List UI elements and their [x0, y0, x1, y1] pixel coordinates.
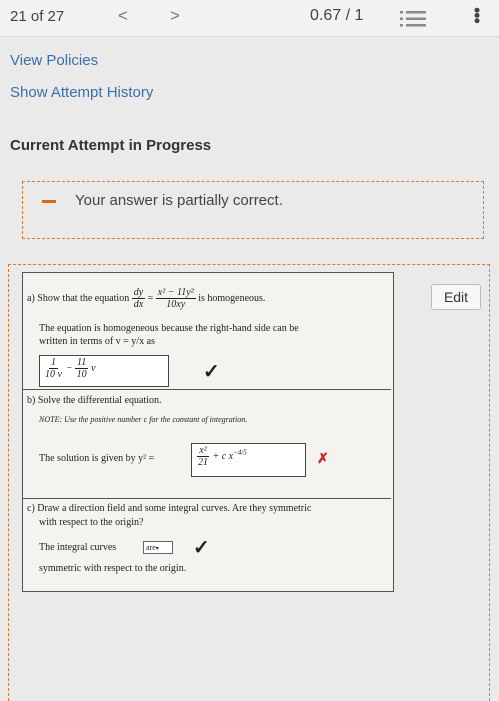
prev-question-button[interactable]: <	[118, 6, 128, 26]
part-c-line2: with respect to the origin?	[39, 517, 144, 528]
minus-icon	[42, 200, 56, 203]
show-attempt-history-link[interactable]: Show Attempt History	[10, 84, 153, 101]
part-c-line1: c) Draw a direction field and some integ…	[27, 503, 312, 514]
check-icon: ✓	[203, 361, 220, 383]
question-counter: 21 of 27	[10, 8, 65, 25]
part-b-solution-prefix: The solution is given by y² =	[39, 453, 155, 464]
view-policies-link[interactable]: View Policies	[10, 52, 98, 69]
part-b-prompt: b) Solve the differential equation.	[27, 395, 162, 406]
part-a-prompt: a) Show that the equation dy dx = x² − 11…	[27, 287, 266, 310]
more-vertical-icon[interactable]: •••	[466, 7, 487, 23]
list-icon[interactable]	[400, 10, 426, 28]
score: 0.67 / 1	[310, 7, 364, 24]
edit-button[interactable]: Edit	[431, 284, 481, 310]
question-content: a) Show that the equation dy dx = x² − 11…	[22, 272, 394, 592]
part-a-line1: The equation is homogeneous because the …	[39, 323, 299, 334]
x-mark-icon: ✗	[317, 452, 329, 467]
chevron-down-icon: ▾	[155, 546, 159, 552]
part-c-curves-prefix: The integral curves	[39, 542, 117, 553]
part-a-answer-field[interactable]: 1 10 v − 11 10 v	[39, 355, 169, 387]
check-icon: ✓	[193, 537, 210, 559]
page-title: Current Attempt in Progress	[10, 137, 212, 154]
part-b-answer-field[interactable]: x² 21 + c x−4/5	[191, 443, 306, 477]
next-question-button[interactable]: >	[170, 6, 180, 26]
part-b-note: NOTE: Use the positive number c for the …	[39, 415, 248, 424]
feedback-banner: Your answer is partially correct.	[22, 181, 484, 239]
part-c-line3: symmetric with respect to the origin.	[39, 563, 187, 574]
symmetry-dropdown[interactable]: are▾	[143, 541, 173, 554]
top-bar: 21 of 27 < > 0.67 / 1 •••	[0, 0, 499, 37]
feedback-message: Your answer is partially correct.	[75, 192, 283, 209]
part-a-line2: written in terms of v = y/x as	[39, 336, 155, 347]
